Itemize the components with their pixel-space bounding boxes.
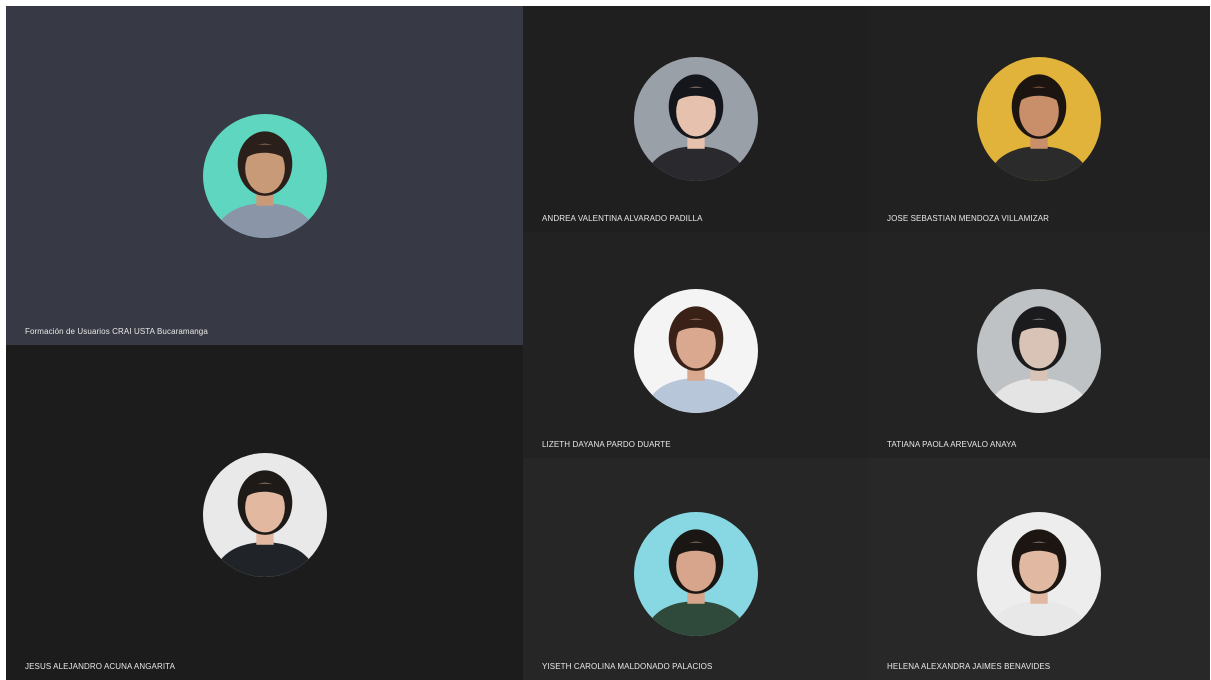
participant-photo	[633, 512, 758, 636]
video-call-grid: Formación de Usuarios CRAI USTA Bucarama…	[6, 6, 1210, 680]
participant-name: HELENA ALEXANDRA JAIMES BENAVIDES	[887, 662, 1051, 671]
participant-name: JESUS ALEJANDRO ACUNA ANGARITA	[25, 662, 176, 671]
participant-name: LIZETH DAYANA PARDO DUARTE	[542, 440, 671, 449]
participant-avatar	[633, 289, 758, 413]
participant-photo	[202, 453, 327, 577]
participant-avatar	[977, 289, 1101, 413]
participant-photo	[977, 512, 1101, 636]
participant-name: TATIANA PAOLA AREVALO ANAYA	[887, 440, 1017, 449]
participant-tile[interactable]: HELENA ALEXANDRA JAIMES BENAVIDES	[868, 458, 1210, 680]
participant-avatar	[633, 512, 758, 636]
participant-name: Formación de Usuarios CRAI USTA Bucarama…	[25, 327, 208, 336]
participant-tile[interactable]: JESUS ALEJANDRO ACUNA ANGARITA	[6, 345, 523, 680]
participant-name: ANDREA VALENTINA ALVARADO PADILLA	[542, 214, 703, 223]
participant-avatar	[202, 453, 327, 577]
participant-avatar	[633, 57, 758, 181]
participant-tile-presenter[interactable]: Formación de Usuarios CRAI USTA Bucarama…	[6, 6, 523, 345]
participant-avatar	[202, 114, 327, 238]
participant-photo	[977, 57, 1101, 181]
participant-photo	[202, 114, 327, 238]
participant-name: YISETH CAROLINA MALDONADO PALACIOS	[542, 662, 713, 671]
participant-photo	[633, 57, 758, 181]
participant-photo	[633, 289, 758, 413]
participant-tile[interactable]: YISETH CAROLINA MALDONADO PALACIOS	[523, 458, 868, 680]
participant-avatar	[977, 57, 1101, 181]
participant-tile[interactable]: LIZETH DAYANA PARDO DUARTE	[523, 232, 868, 458]
participant-name: JOSE SEBASTIAN MENDOZA VILLAMIZAR	[887, 214, 1050, 223]
participant-photo	[977, 289, 1101, 413]
participant-avatar	[977, 512, 1101, 636]
participant-tile[interactable]: TATIANA PAOLA AREVALO ANAYA	[868, 232, 1210, 458]
participant-tile[interactable]: JOSE SEBASTIAN MENDOZA VILLAMIZAR	[868, 6, 1210, 232]
participant-tile[interactable]: ANDREA VALENTINA ALVARADO PADILLA	[523, 6, 868, 232]
